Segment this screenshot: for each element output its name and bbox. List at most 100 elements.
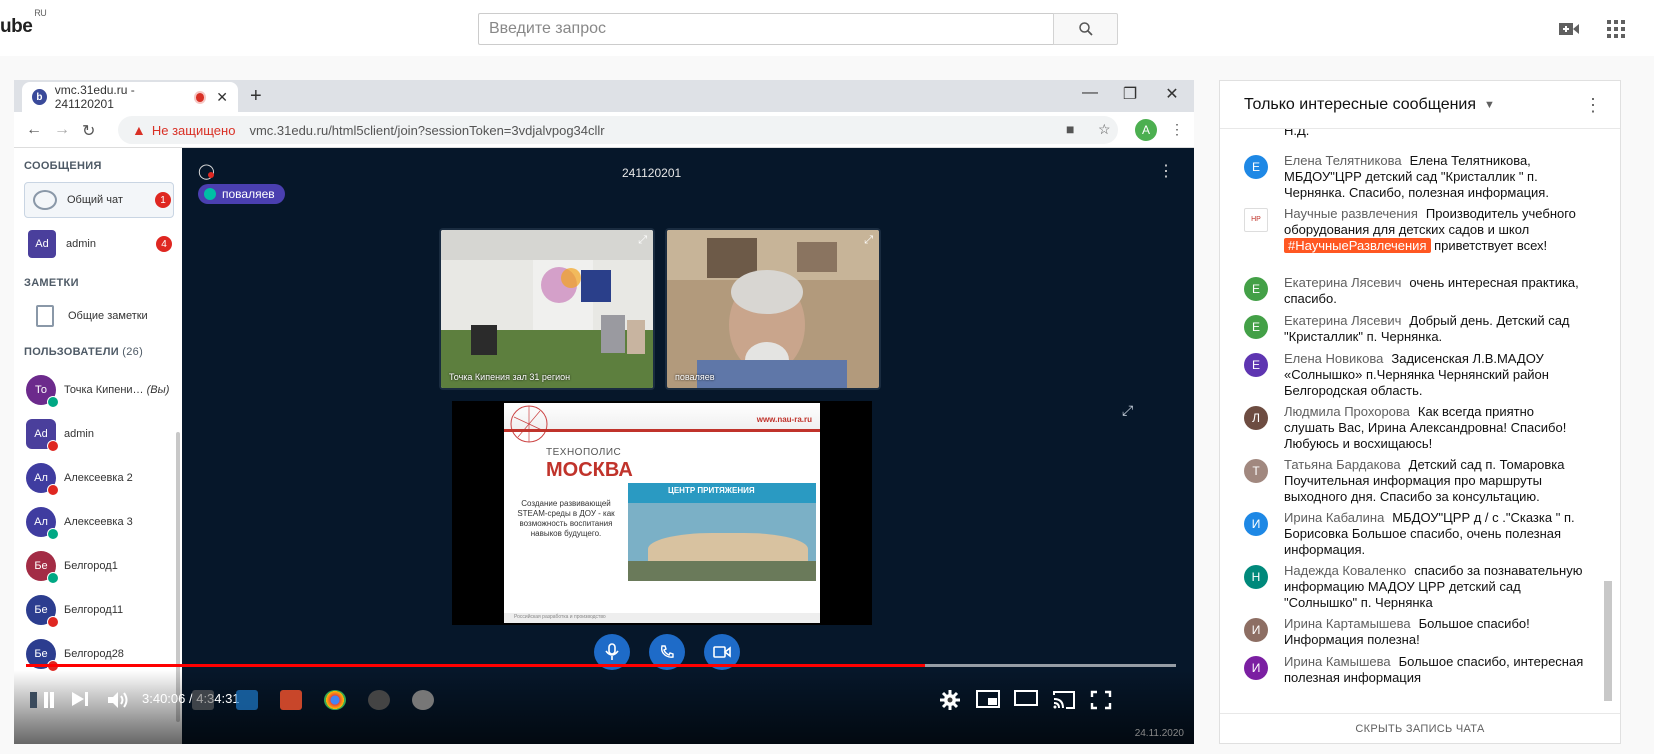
chat-avatar[interactable]: И <box>1244 656 1268 680</box>
next-button[interactable] <box>70 690 90 708</box>
restore-icon[interactable]: ❐ <box>1118 84 1142 104</box>
back-icon[interactable]: ← <box>26 121 42 139</box>
browser-tab[interactable]: b vmc.31edu.ru - 241120201 ✕ <box>22 82 238 112</box>
account-avatar[interactable]: A <box>1135 119 1157 141</box>
chat-message[interactable]: И Ирина Картамышева Большое спасибо! Инфор… <box>1244 616 1588 648</box>
shared-notes-label: Общие заметки <box>68 310 148 322</box>
chrome-menu-icon[interactable]: ⋮ <box>1170 121 1184 138</box>
chat-message[interactable]: НР Научные развлечения Производитель учебн… <box>1244 206 1588 254</box>
webcam-tile-studio[interactable]: Точка Кипения зал 31 регион ⤢ <box>439 228 655 390</box>
user-list-item[interactable]: То Точка Кипени… (Вы) <box>26 370 176 410</box>
user-list-toggle-icon[interactable]: ◯ <box>198 162 215 180</box>
play-pause-button[interactable] <box>28 690 54 710</box>
fullscreen-button[interactable] <box>1090 690 1112 710</box>
chat-author[interactable]: Научные развлечения <box>1284 206 1418 221</box>
miniplayer-icon <box>976 690 1000 708</box>
admin-chat-item[interactable]: Ad admin 4 <box>24 226 174 262</box>
close-window-icon[interactable]: ✕ <box>1160 84 1184 104</box>
chat-message[interactable]: Е Екатерина Лясевич очень интересная практ… <box>1244 275 1588 307</box>
search-button[interactable] <box>1053 13 1118 45</box>
chat-avatar[interactable]: И <box>1244 618 1268 642</box>
chat-author[interactable]: Ирина Картамышева <box>1284 616 1411 631</box>
chat-author[interactable]: Ирина Камышева <box>1284 654 1391 669</box>
chat-avatar[interactable]: Е <box>1244 277 1268 301</box>
fullscreen-icon[interactable]: ⤢ <box>638 234 647 247</box>
browser-toolbar: ← → ↻ ▲ Не защищено vmc.31edu.ru/html5cl… <box>14 112 1194 148</box>
user-list-item[interactable]: Бе Белгород11 <box>26 590 176 630</box>
search-input[interactable] <box>478 13 1053 45</box>
taskbar-app-icon <box>236 690 258 710</box>
create-video-icon[interactable] <box>1557 17 1581 41</box>
video-player[interactable]: b vmc.31edu.ru - 241120201 ✕ + — ❐ ✕ ← →… <box>14 80 1194 744</box>
chat-author[interactable]: Людмила Прохорова <box>1284 404 1410 419</box>
chat-avatar[interactable]: Е <box>1244 315 1268 339</box>
new-tab-icon[interactable]: + <box>250 85 262 108</box>
chat-message[interactable]: Е Екатерина Лясевич Добрый день. Детский с… <box>1244 313 1588 345</box>
fullscreen-icon[interactable]: ⤢ <box>864 234 873 247</box>
user-list-item[interactable]: Ad admin <box>26 414 176 454</box>
chat-author[interactable]: Екатерина Лясевич <box>1284 275 1401 290</box>
camera-icon[interactable]: ■ <box>1066 121 1074 137</box>
meeting-title: 241120201 <box>622 166 682 180</box>
youtube-logo[interactable]: ubeRU <box>0 8 47 38</box>
progress-bar[interactable] <box>26 664 1176 667</box>
address-bar[interactable]: ▲ Не защищено vmc.31edu.ru/html5client/j… <box>118 116 1118 144</box>
volume-button[interactable] <box>106 690 130 710</box>
chat-message[interactable]: Т Татьяна Бардакова Детский сад п. Томаров… <box>1244 457 1588 505</box>
chat-message[interactable]: Е Елена Телятникова Елена Телятникова, МБД… <box>1244 153 1588 201</box>
bookmark-star-icon[interactable]: ☆ <box>1098 121 1111 138</box>
chat-message[interactable]: И Ирина Кабалина МБДОУ"ЦРР д / с ."Сказка … <box>1244 510 1588 558</box>
minimize-icon[interactable]: — <box>1078 84 1102 102</box>
chat-message[interactable]: Н Надежда Коваленко спасибо за познаватель… <box>1244 563 1588 611</box>
speaker-video-frame <box>667 230 879 388</box>
chat-avatar[interactable]: Т <box>1244 459 1268 483</box>
chat-more-icon[interactable]: ⋮ <box>1584 95 1602 116</box>
chat-avatar[interactable]: Е <box>1244 155 1268 179</box>
slide-subtitle: ТЕХНОПОЛИС <box>546 447 622 458</box>
chat-avatar[interactable]: НР <box>1244 208 1268 232</box>
cast-button[interactable] <box>1052 690 1076 710</box>
apps-grid-icon[interactable] <box>1604 17 1628 41</box>
video-datestamp: 24.11.2020 <box>1134 728 1184 739</box>
public-chat-item[interactable]: Общий чат 1 <box>24 182 174 218</box>
chat-header[interactable]: Только интересные сообщения ▼ <box>1220 81 1620 129</box>
settings-button[interactable] <box>940 690 960 710</box>
chat-avatar[interactable]: Е <box>1244 353 1268 377</box>
chat-author[interactable]: Татьяна Бардакова <box>1284 457 1401 472</box>
user-list-item[interactable]: Бе Белгород28 <box>26 634 176 674</box>
chat-author[interactable]: Елена Новикова <box>1284 351 1383 366</box>
chat-message[interactable]: Е Елена Новикова Задисенская Л.В.МАДОУ «Со… <box>1244 351 1588 399</box>
unread-badge: 4 <box>156 236 172 252</box>
notes-header: ЗАМЕТКИ <box>24 277 79 289</box>
chat-avatar[interactable]: Л <box>1244 406 1268 430</box>
chat-author[interactable]: Надежда Коваленко <box>1284 563 1406 578</box>
user-list-item[interactable]: Ал Алексеевка 3 <box>26 502 176 542</box>
hide-chat-button[interactable]: СКРЫТЬ ЗАПИСЬ ЧАТА <box>1220 713 1620 743</box>
chat-scrollbar[interactable] <box>1604 581 1612 701</box>
chevron-down-icon[interactable]: ▼ <box>1484 99 1495 111</box>
webcam-tile-speaker[interactable]: поваляев ⤢ <box>665 228 881 390</box>
chat-avatar[interactable]: Н <box>1244 565 1268 589</box>
slide-logo-icon <box>510 405 548 443</box>
close-tab-icon[interactable]: ✕ <box>216 89 228 106</box>
miniplayer-button[interactable] <box>976 690 1000 708</box>
reload-icon[interactable]: ↻ <box>82 121 95 141</box>
chat-avatar[interactable]: И <box>1244 512 1268 536</box>
chat-message[interactable]: Л Людмила Прохорова Как всегда приятно слу… <box>1244 404 1588 452</box>
user-list-item[interactable]: Ал Алексеевка 2 <box>26 458 176 498</box>
chat-author[interactable]: Екатерина Лясевич <box>1284 313 1401 328</box>
chat-filter-title[interactable]: Только интересные сообщения <box>1244 96 1476 114</box>
presentation-area[interactable]: www.nau-ra.ru ТЕХНОПОЛИС МОСКВА Создание… <box>452 401 872 625</box>
presentation-fullscreen-icon[interactable]: ⤢ <box>1122 402 1133 419</box>
hashtag-link[interactable]: #НаучныеРазвлечения <box>1284 238 1431 253</box>
chat-message[interactable]: И Ирина Камышева Большое спасибо, интересн… <box>1244 654 1588 686</box>
shared-notes-item[interactable]: Общие заметки <box>24 298 174 334</box>
time-display: 3:40:06 / 4:34:31 <box>142 691 240 706</box>
fullscreen-icon <box>1090 690 1112 710</box>
chat-author[interactable]: Елена Телятникова <box>1284 153 1402 168</box>
forward-icon[interactable]: → <box>54 121 70 139</box>
user-list-item[interactable]: Бе Белгород1 <box>26 546 176 586</box>
options-menu-icon[interactable]: ⋮ <box>1158 161 1174 181</box>
chat-author[interactable]: Ирина Кабалина <box>1284 510 1384 525</box>
theater-mode-button[interactable] <box>1014 690 1038 706</box>
